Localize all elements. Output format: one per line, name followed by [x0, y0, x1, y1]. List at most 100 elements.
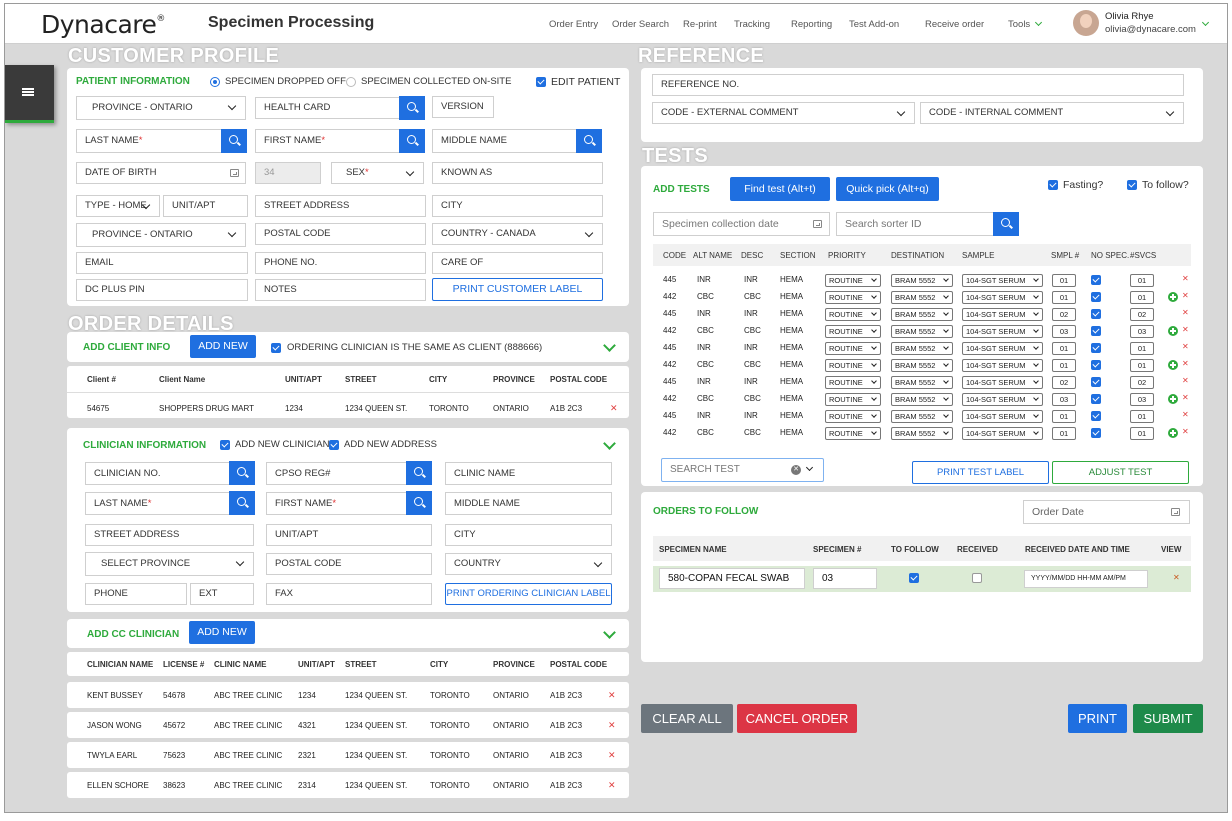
dynacare-logo[interactable]: Dynacare®: [41, 10, 165, 39]
specimen-number-field[interactable]: 03: [813, 568, 877, 589]
add-icon[interactable]: [1168, 394, 1178, 404]
svcs-field[interactable]: 01: [1130, 359, 1154, 372]
user-menu-chevron-icon[interactable]: [1201, 18, 1210, 27]
add-icon[interactable]: [1168, 360, 1178, 370]
priority-select[interactable]: ROUTINE: [825, 376, 881, 389]
clinician-middle-name-input[interactable]: MIDDLE NAME: [445, 492, 612, 515]
destination-select[interactable]: BRAM 5552: [891, 308, 953, 321]
date-of-birth-input[interactable]: DATE OF BIRTH: [76, 162, 246, 184]
remove-cc-clinician-icon[interactable]: ✕: [608, 750, 616, 761]
care-of-input[interactable]: CARE OF: [432, 252, 603, 274]
nav-tracking[interactable]: Tracking: [734, 19, 770, 30]
collapse-chevron-icon[interactable]: [603, 626, 616, 639]
to-follow-checkbox[interactable]: [1127, 180, 1137, 190]
clinician-province-select[interactable]: SELECT PROVINCE: [85, 552, 254, 576]
clinician-ext-input[interactable]: EXT: [190, 583, 254, 605]
middle-name-input[interactable]: MIDDLE NAME: [432, 129, 578, 153]
address-type-select[interactable]: TYPE - HOME: [76, 195, 160, 217]
health-card-search-icon[interactable]: [399, 96, 425, 120]
remove-cc-clinician-icon[interactable]: ✕: [608, 720, 616, 731]
remove-test-icon[interactable]: ✕: [1182, 410, 1189, 419]
nav-test-add-on[interactable]: Test Add-on: [849, 19, 899, 30]
nav-reporting[interactable]: Reporting: [791, 19, 832, 30]
destination-select[interactable]: BRAM 5552: [891, 325, 953, 338]
internal-comment-select[interactable]: CODE - INTERNAL COMMENT: [920, 102, 1184, 124]
nav-order-search[interactable]: Order Search: [612, 19, 669, 30]
priority-select[interactable]: ROUTINE: [825, 291, 881, 304]
province-select-2[interactable]: PROVINCE - ONTARIO: [76, 223, 246, 247]
print-test-label-button[interactable]: PRINT TEST LABEL: [912, 461, 1049, 484]
remove-test-icon[interactable]: ✕: [1182, 274, 1189, 283]
last-name-search-icon[interactable]: [221, 129, 247, 153]
no-spec-checkbox[interactable]: [1091, 360, 1101, 370]
remove-test-icon[interactable]: ✕: [1182, 393, 1189, 402]
add-icon[interactable]: [1168, 292, 1178, 302]
to-follow-row-checkbox[interactable]: [909, 573, 919, 583]
clinician-street-input[interactable]: STREET ADDRESS: [85, 524, 254, 546]
no-spec-checkbox[interactable]: [1091, 343, 1101, 353]
remove-test-icon[interactable]: ✕: [1182, 342, 1189, 351]
nav-reprint[interactable]: Re-print: [683, 19, 717, 30]
clear-icon[interactable]: ✕: [791, 465, 801, 475]
quick-pick-button[interactable]: Quick pick (Alt+q): [836, 177, 939, 201]
calendar-icon[interactable]: [1171, 508, 1180, 516]
priority-select[interactable]: ROUTINE: [825, 274, 881, 287]
no-spec-checkbox[interactable]: [1091, 292, 1101, 302]
sample-select[interactable]: 104-SGT SERUM: [962, 393, 1043, 406]
remove-test-icon[interactable]: ✕: [1182, 359, 1189, 368]
specimen-collected-radio[interactable]: [346, 77, 356, 87]
svcs-field[interactable]: 01: [1130, 342, 1154, 355]
clinic-name-input[interactable]: CLINIC NAME: [445, 462, 612, 485]
nav-tools[interactable]: Tools: [1008, 18, 1043, 30]
province-select[interactable]: PROVINCE - ONTARIO: [76, 96, 246, 120]
add-new-address-checkbox[interactable]: [329, 440, 339, 450]
sample-number-field[interactable]: 01: [1052, 410, 1076, 423]
country-select[interactable]: COUNTRY - CANADA: [432, 223, 603, 245]
priority-select[interactable]: ROUTINE: [825, 410, 881, 423]
clinician-first-name-search-icon[interactable]: [406, 491, 432, 515]
clinician-fax-input[interactable]: FAX: [266, 583, 432, 605]
clinician-phone-input[interactable]: PHONE: [85, 583, 187, 605]
phone-input[interactable]: PHONE NO.: [255, 252, 426, 274]
clinician-no-input[interactable]: CLINICIAN NO.: [85, 462, 231, 485]
print-customer-label-button[interactable]: PRINT CUSTOMER LABEL: [432, 278, 603, 301]
collapse-chevron-icon[interactable]: [603, 339, 616, 352]
sample-select[interactable]: 104-SGT SERUM: [962, 427, 1043, 440]
add-client-button[interactable]: ADD NEW: [190, 335, 256, 358]
sample-number-field[interactable]: 02: [1052, 376, 1076, 389]
sample-select[interactable]: 104-SGT SERUM: [962, 359, 1043, 372]
version-input[interactable]: VERSION: [432, 96, 494, 118]
destination-select[interactable]: BRAM 5552: [891, 376, 953, 389]
email-input[interactable]: EMAIL: [76, 252, 248, 274]
edit-patient-checkbox[interactable]: [536, 77, 546, 87]
destination-select[interactable]: BRAM 5552: [891, 274, 953, 287]
menu-button[interactable]: [5, 65, 54, 123]
sample-number-field[interactable]: 01: [1052, 291, 1076, 304]
cancel-order-button[interactable]: CANCEL ORDER: [737, 704, 857, 733]
sex-select[interactable]: SEX*: [331, 162, 424, 184]
no-spec-checkbox[interactable]: [1091, 394, 1101, 404]
clinician-postal-input[interactable]: POSTAL CODE: [266, 553, 432, 575]
no-spec-checkbox[interactable]: [1091, 377, 1101, 387]
fasting-checkbox[interactable]: [1048, 180, 1058, 190]
svcs-field[interactable]: 01: [1130, 274, 1154, 287]
last-name-input[interactable]: LAST NAME*: [76, 129, 222, 153]
cpso-search-icon[interactable]: [406, 461, 432, 485]
no-spec-checkbox[interactable]: [1091, 309, 1101, 319]
remove-cc-clinician-icon[interactable]: ✕: [608, 690, 616, 701]
destination-select[interactable]: BRAM 5552: [891, 291, 953, 304]
search-test-input[interactable]: SEARCH TEST ✕: [661, 458, 824, 482]
clinician-city-input[interactable]: CITY: [445, 524, 612, 546]
postal-code-input[interactable]: POSTAL CODE: [255, 223, 426, 245]
remove-test-icon[interactable]: ✕: [1182, 427, 1189, 436]
no-spec-checkbox[interactable]: [1091, 326, 1101, 336]
street-address-input[interactable]: STREET ADDRESS: [255, 195, 426, 217]
svcs-field[interactable]: 01: [1130, 291, 1154, 304]
city-input[interactable]: CITY: [432, 195, 603, 217]
nav-receive-order[interactable]: Receive order: [925, 19, 984, 30]
sample-select[interactable]: 104-SGT SERUM: [962, 410, 1043, 423]
clear-all-button[interactable]: CLEAR ALL: [641, 704, 733, 733]
middle-name-search-icon[interactable]: [576, 129, 602, 153]
health-card-input[interactable]: HEALTH CARD: [255, 97, 401, 119]
remove-test-icon[interactable]: ✕: [1182, 308, 1189, 317]
